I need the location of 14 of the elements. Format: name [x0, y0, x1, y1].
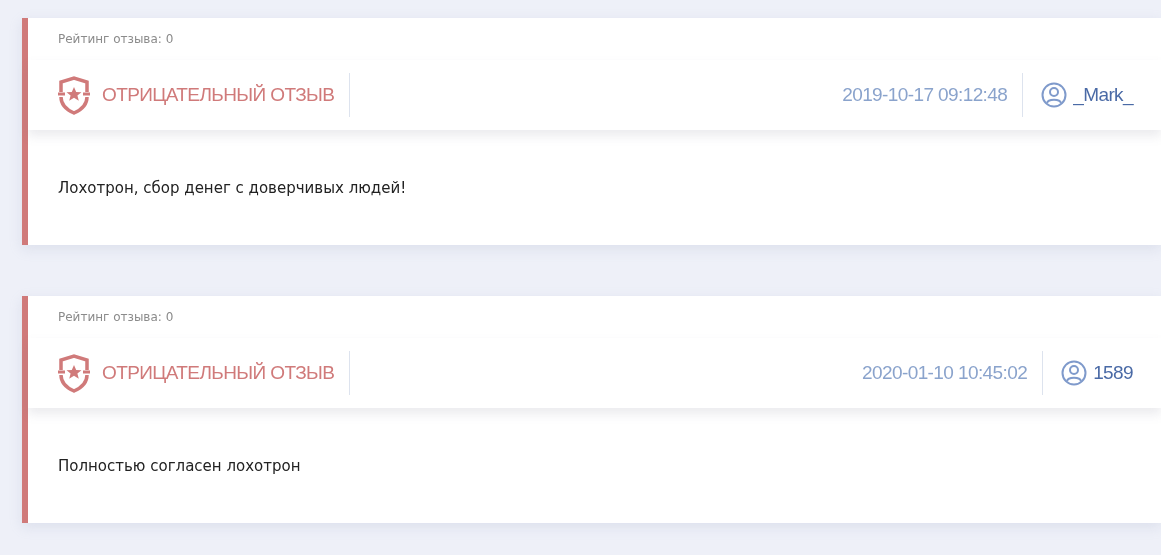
author-name[interactable]: 1589: [1093, 362, 1133, 384]
review-text: Полностью согласен лохотрон: [57, 455, 302, 477]
shield-star-icon: [56, 75, 92, 115]
review-type: ОТРИЦАТЕЛЬНЫЙ ОТЗЫВ: [102, 362, 336, 384]
author-name[interactable]: _Mark_: [1073, 84, 1133, 106]
user-icon: [1061, 360, 1088, 386]
rating-label: Рейтинг отзыва: 0: [57, 309, 175, 326]
user-icon: [1041, 82, 1068, 108]
review-date: 2019-10-17 09:12:48: [842, 84, 1008, 106]
review-date: 2020-01-10 10:45:02: [862, 362, 1028, 384]
review-type: ОТРИЦАТЕЛЬНЫЙ ОТЗЫВ: [102, 84, 336, 106]
review-text: Лохотрон, сбор денег с доверчивых людей!: [57, 177, 408, 199]
shield-star-icon: [56, 353, 92, 393]
rating-label: Рейтинг отзыва: 0: [57, 31, 175, 48]
